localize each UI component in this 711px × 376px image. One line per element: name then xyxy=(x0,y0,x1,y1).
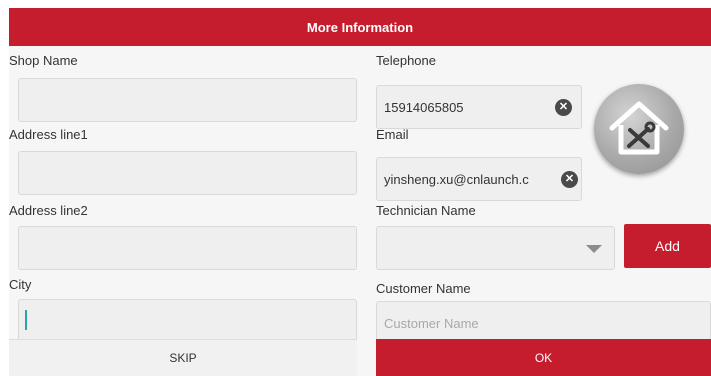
text-caret xyxy=(25,310,27,330)
shop-name-label: Shop Name xyxy=(9,53,78,68)
technician-name-select[interactable] xyxy=(376,226,615,270)
customer-name-label: Customer Name xyxy=(376,281,471,296)
customer-name-input[interactable] xyxy=(384,302,684,344)
shop-name-field[interactable] xyxy=(18,78,357,122)
address-line1-input[interactable] xyxy=(26,152,202,194)
ok-button[interactable]: OK xyxy=(376,339,711,376)
dialog-title: More Information xyxy=(306,19,414,35)
address-line1-field[interactable] xyxy=(18,151,357,195)
telephone-input[interactable] xyxy=(384,86,544,128)
house-tools-icon xyxy=(609,101,669,155)
shop-name-input[interactable] xyxy=(26,79,202,121)
clear-icon[interactable]: ✕ xyxy=(561,171,578,188)
email-label: Email xyxy=(376,127,409,142)
address-line2-field[interactable] xyxy=(18,226,357,270)
clear-icon[interactable]: ✕ xyxy=(555,99,572,116)
chevron-down-icon[interactable] xyxy=(586,245,602,253)
address-line1-label: Address line1 xyxy=(9,127,88,142)
city-input[interactable] xyxy=(33,300,209,342)
email-field[interactable]: ✕ xyxy=(376,157,582,201)
skip-button[interactable]: SKIP xyxy=(9,339,357,376)
add-button[interactable]: Add xyxy=(624,224,711,268)
city-label: City xyxy=(9,277,32,292)
technician-name-label: Technician Name xyxy=(376,203,476,218)
telephone-field[interactable]: ✕ xyxy=(376,85,582,129)
telephone-label: Telephone xyxy=(376,53,436,68)
email-input[interactable] xyxy=(384,158,549,200)
shop-repair-icon[interactable] xyxy=(594,84,684,174)
address-line2-input[interactable] xyxy=(26,227,202,269)
city-field[interactable] xyxy=(18,299,357,343)
dialog-header: More Information xyxy=(9,8,711,46)
address-line2-label: Address line2 xyxy=(9,203,88,218)
more-information-dialog: More Information Shop Name Address line1… xyxy=(9,8,711,376)
